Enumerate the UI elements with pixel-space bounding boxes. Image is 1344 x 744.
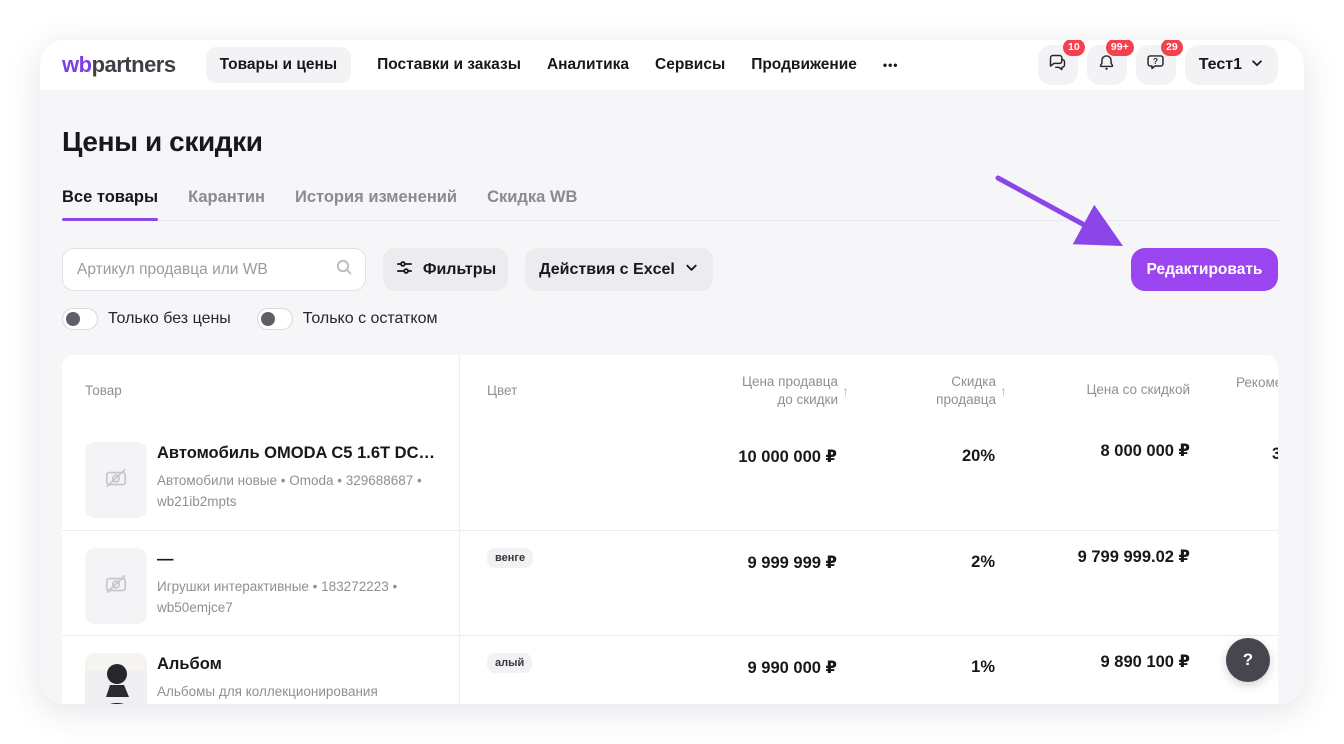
app-window: wbpartners Товары и цены Поставки и зака… <box>40 40 1304 704</box>
excel-label: Действия с Excel <box>539 261 675 279</box>
discount-value: 20% <box>962 447 995 466</box>
header-seller-discount[interactable]: Скидка продавца ↑ <box>930 373 1007 409</box>
logo-wb: wb <box>62 52 92 77</box>
tab-bar: Все товары Карантин История изменений Ск… <box>62 188 1278 221</box>
toggle-label: Только с остатком <box>303 310 438 328</box>
notifications-button[interactable]: 99+ <box>1087 45 1127 85</box>
toggle-only-without-price[interactable]: Только без цены <box>62 308 231 330</box>
toggle-label: Только без цены <box>108 310 231 328</box>
help-bubble-icon: ? <box>1145 52 1166 78</box>
support-button[interactable]: ? 29 <box>1136 45 1176 85</box>
sort-asc-icon: ↑ <box>1000 383 1007 399</box>
excel-actions-button[interactable]: Действия с Excel <box>525 248 713 291</box>
product-title[interactable]: Альбом <box>157 655 222 674</box>
navbar-right: 10 99+ ? 29 <box>1038 45 1278 85</box>
nav-item-supplies-orders[interactable]: Поставки и заказы <box>377 56 521 74</box>
header-price-before-discount[interactable]: Цена продавца до скидки ↑ <box>726 373 849 409</box>
tab-all-goods[interactable]: Все товары <box>62 188 158 207</box>
product-subtitle: Автомобили новые • Omoda • 329688687 • w… <box>157 470 457 512</box>
person-photo <box>85 653 147 704</box>
table-header: Товар Цвет Цена продавца до скидки ↑ Ски… <box>62 355 1278 425</box>
recommended-value: 3 <box>1272 445 1278 464</box>
chevron-down-icon <box>684 260 699 280</box>
logo-partners: partners <box>92 52 176 77</box>
account-menu[interactable]: Тест1 <box>1185 45 1278 85</box>
main-nav: Товары и цены Поставки и заказы Аналитик… <box>206 47 899 83</box>
price-after-value: 9 890 100 ₽ <box>1101 652 1190 672</box>
page-title: Цены и скидки <box>62 126 263 158</box>
price-after-value: 8 000 000 ₽ <box>1101 441 1190 461</box>
header-label: Скидка продавца <box>930 373 996 409</box>
color-chip: венге <box>487 548 533 568</box>
filter-toggles: Только без цены Только с остатком <box>62 308 438 330</box>
search-input[interactable] <box>77 261 335 279</box>
help-fab[interactable]: ? <box>1226 638 1270 682</box>
header-recommended: Рекоме <box>1236 375 1278 390</box>
account-name: Тест1 <box>1199 56 1242 74</box>
no-photo-icon <box>103 465 129 496</box>
toggle-switch-icon[interactable] <box>62 308 98 330</box>
notifications-badge: 99+ <box>1106 40 1134 56</box>
filters-button[interactable]: Фильтры <box>383 248 508 291</box>
chat-icon <box>1047 52 1068 78</box>
nav-more-button[interactable]: ••• <box>883 58 899 72</box>
support-badge: 29 <box>1161 40 1183 56</box>
header-price-with-discount: Цена со скидкой <box>1086 382 1190 397</box>
edit-button[interactable]: Редактировать <box>1131 248 1278 291</box>
price-after-value: 9 799 999.02 ₽ <box>1078 547 1190 567</box>
wbpartners-logo[interactable]: wbpartners <box>62 52 176 78</box>
nav-item-goods-prices[interactable]: Товары и цены <box>206 47 352 83</box>
discount-value: 2% <box>971 553 995 572</box>
nav-item-analytics[interactable]: Аналитика <box>547 56 629 74</box>
top-navbar: wbpartners Товары и цены Поставки и зака… <box>40 40 1304 90</box>
tab-quarantine[interactable]: Карантин <box>188 188 265 207</box>
price-before-value: 10 000 000 ₽ <box>738 447 837 467</box>
chevron-down-icon <box>1250 56 1264 75</box>
bell-icon <box>1096 52 1117 78</box>
table-row[interactable]: — Игрушки интерактивные • 183272223 • wb… <box>62 530 1278 635</box>
header-product: Товар <box>85 383 122 398</box>
table-row[interactable]: Альбом Альбомы для коллекционирования ал… <box>62 635 1278 704</box>
chat-button[interactable]: 10 <box>1038 45 1078 85</box>
question-mark-icon: ? <box>1243 650 1253 670</box>
toggle-switch-icon[interactable] <box>257 308 293 330</box>
product-thumbnail <box>85 548 147 624</box>
tab-change-history[interactable]: История изменений <box>295 188 457 207</box>
product-title[interactable]: — <box>157 550 174 569</box>
sort-asc-icon: ↑ <box>842 383 849 399</box>
product-subtitle: Альбомы для коллекционирования <box>157 681 457 702</box>
controls-row: Фильтры Действия с Excel Редактировать <box>62 248 1278 291</box>
table-row[interactable]: Автомобиль OMODA C5 1.6T DC… Автомобили … <box>62 425 1278 530</box>
sliders-icon <box>395 258 414 282</box>
search-icon <box>335 258 353 281</box>
filters-label: Фильтры <box>423 261 496 279</box>
product-thumbnail <box>85 653 147 704</box>
product-subtitle: Игрушки интерактивные • 183272223 • wb50… <box>157 576 457 618</box>
header-label: Цена продавца до скидки <box>726 373 838 409</box>
price-before-value: 9 990 000 ₽ <box>748 658 837 678</box>
header-color: Цвет <box>487 383 517 398</box>
toggle-only-with-stock[interactable]: Только с остатком <box>257 308 438 330</box>
discount-value: 1% <box>971 658 995 677</box>
nav-item-services[interactable]: Сервисы <box>655 56 725 74</box>
product-title[interactable]: Автомобиль OMODA C5 1.6T DC… <box>157 444 435 463</box>
prices-table: Товар Цвет Цена продавца до скидки ↑ Ски… <box>62 355 1278 704</box>
chat-badge: 10 <box>1063 40 1085 56</box>
article-search[interactable] <box>62 248 366 291</box>
tab-wb-discount[interactable]: Скидка WB <box>487 188 577 207</box>
svg-text:?: ? <box>1153 56 1158 66</box>
nav-item-promotion[interactable]: Продвижение <box>751 56 857 74</box>
no-photo-icon <box>103 571 129 602</box>
product-thumbnail <box>85 442 147 518</box>
color-chip: алый <box>487 653 532 673</box>
price-before-value: 9 999 999 ₽ <box>748 553 837 573</box>
